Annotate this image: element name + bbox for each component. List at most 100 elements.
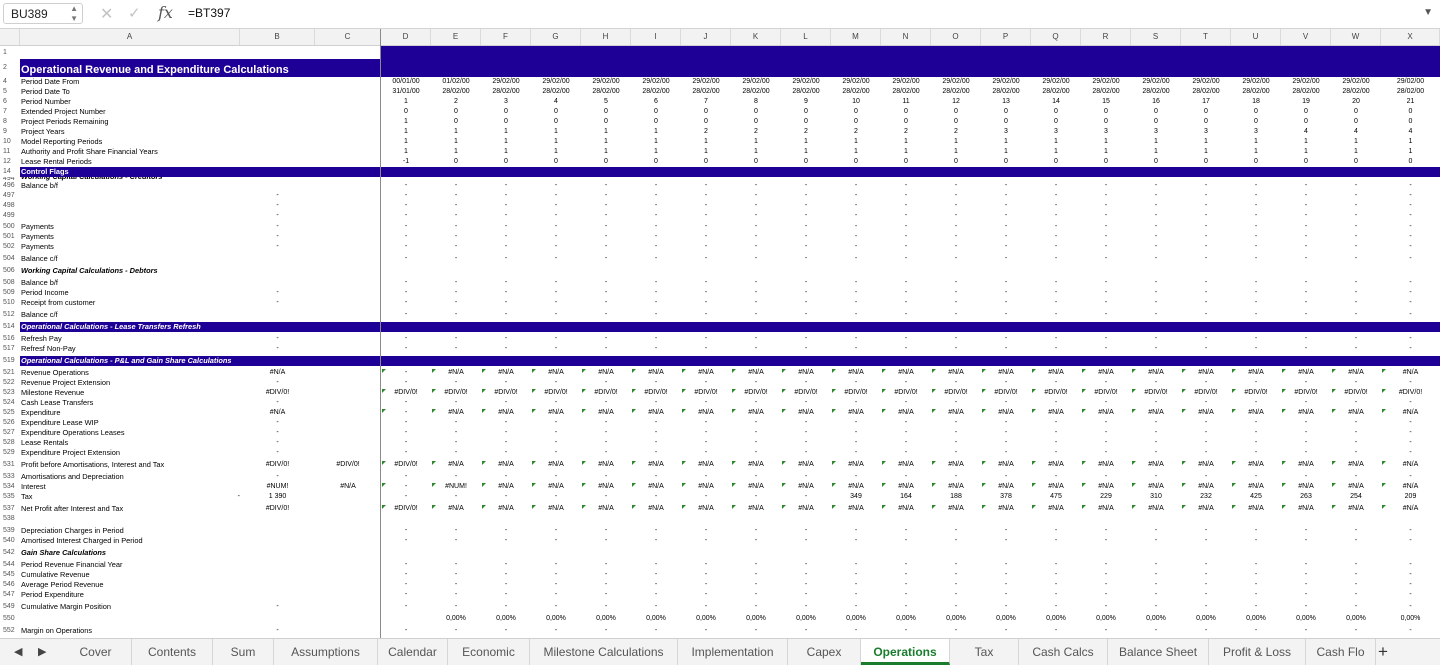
value-cell[interactable]: - — [1131, 201, 1181, 211]
value-cell[interactable]: - — [931, 201, 981, 211]
row-number[interactable]: 537 — [0, 504, 20, 514]
row-number[interactable]: 521 — [0, 368, 20, 378]
value-cell[interactable]: - — [531, 448, 581, 458]
row-number[interactable]: 6 — [0, 97, 20, 107]
value-cell[interactable]: - — [581, 448, 631, 458]
value-cell[interactable]: #N/A — [1181, 368, 1231, 378]
value-cell[interactable]: - — [631, 222, 681, 232]
value-cell[interactable]: - — [531, 222, 581, 232]
value-cell[interactable]: - — [581, 602, 631, 612]
value-cell[interactable]: 1 — [531, 137, 581, 147]
value-cell[interactable]: - — [431, 298, 481, 308]
value-cell[interactable]: - — [1281, 298, 1331, 308]
row-number[interactable]: 533 — [0, 472, 20, 482]
value-cell[interactable]: 0 — [1331, 107, 1381, 117]
value-cell[interactable]: - — [831, 344, 881, 354]
value-cell[interactable]: - — [731, 201, 781, 211]
value-cell[interactable]: 1 — [1131, 137, 1181, 147]
value-cell[interactable]: 28/02/00 — [981, 87, 1031, 97]
value-cell[interactable]: - — [481, 232, 531, 242]
value-cell[interactable]: - — [681, 334, 731, 344]
value-cell[interactable]: 4 — [531, 97, 581, 107]
value-cell[interactable]: - — [1031, 310, 1081, 320]
value-cell[interactable]: - — [1181, 310, 1231, 320]
value-cell[interactable]: 0 — [831, 107, 881, 117]
value-cell[interactable]: #N/A — [1231, 504, 1281, 514]
value-cell[interactable]: - — [781, 181, 831, 191]
value-cell[interactable]: - — [1331, 298, 1381, 308]
value-cell[interactable]: - — [731, 254, 781, 264]
value-cell[interactable]: 28/02/00 — [831, 87, 881, 97]
value-cell[interactable]: - — [881, 378, 931, 388]
value-cell[interactable]: 1 — [381, 137, 431, 147]
value-cell[interactable]: 0 — [631, 117, 681, 127]
value-cell[interactable]: - — [631, 448, 681, 458]
value-cell[interactable]: #N/A — [1381, 408, 1440, 418]
value-cell[interactable]: 0,00% — [1231, 614, 1281, 624]
value-cell[interactable]: - — [531, 211, 581, 221]
value-cell[interactable]: - — [1031, 590, 1081, 600]
value-cell[interactable]: - — [681, 278, 731, 288]
value-cell[interactable]: #N/A — [1031, 368, 1081, 378]
value-cell[interactable]: - — [631, 492, 681, 502]
value-cell[interactable]: #N/A — [931, 482, 981, 492]
value-cell[interactable]: - — [1381, 626, 1440, 636]
value-cell[interactable]: - — [631, 242, 681, 252]
value-cell[interactable]: #N/A — [1331, 460, 1381, 470]
value-cell[interactable]: - — [1231, 344, 1281, 354]
value-cell[interactable]: - — [1231, 254, 1281, 264]
value-cell[interactable]: 5 — [581, 97, 631, 107]
value-cell[interactable]: 0,00% — [1031, 614, 1081, 624]
value-cell[interactable]: 29/02/00 — [831, 77, 881, 87]
value-cell[interactable]: - — [1081, 344, 1131, 354]
value-cell[interactable]: - — [1331, 232, 1381, 242]
value-cell[interactable]: 0,00% — [1281, 614, 1331, 624]
value-cell[interactable]: 28/02/00 — [781, 87, 831, 97]
row-number[interactable]: 498 — [0, 201, 20, 211]
value-cell[interactable]: - — [1181, 526, 1231, 536]
value-cell[interactable]: - — [1181, 278, 1231, 288]
value-cell[interactable]: - — [481, 492, 531, 502]
value-cell[interactable]: - — [1031, 602, 1081, 612]
value-cell[interactable]: 0 — [831, 117, 881, 127]
value-cell[interactable]: #N/A — [1031, 482, 1081, 492]
value-cell[interactable]: 1 — [981, 137, 1031, 147]
value-cell[interactable]: - — [1331, 211, 1381, 221]
value-cell[interactable]: - — [581, 580, 631, 590]
value-cell[interactable]: #N/A — [1081, 460, 1131, 470]
value-cell[interactable]: #N/A — [531, 482, 581, 492]
value-cell[interactable]: - — [831, 232, 881, 242]
value-cell[interactable]: - — [731, 334, 781, 344]
value-cell[interactable]: - — [381, 191, 431, 201]
value-cell[interactable]: - — [731, 278, 781, 288]
value-cell[interactable]: 28/02/00 — [1281, 87, 1331, 97]
value-cell[interactable]: - — [781, 254, 831, 264]
value-cell[interactable]: - — [731, 211, 781, 221]
column-header-c[interactable]: C — [315, 29, 381, 45]
value-cell[interactable]: - — [1081, 448, 1131, 458]
value-cell[interactable]: - — [1081, 590, 1131, 600]
value-cell[interactable]: 29/02/00 — [1181, 77, 1231, 87]
row-number[interactable]: 525 — [0, 408, 20, 418]
value-cell[interactable]: - — [431, 254, 481, 264]
column-header-u[interactable]: U — [1231, 29, 1281, 45]
value-cell[interactable]: - — [1331, 570, 1381, 580]
value-cell[interactable]: - — [631, 278, 681, 288]
value-cell[interactable]: 0 — [531, 107, 581, 117]
value-cell[interactable]: - — [931, 570, 981, 580]
value-cell[interactable]: - — [1181, 590, 1231, 600]
value-cell[interactable]: #N/A — [581, 408, 631, 418]
value-cell[interactable]: - — [681, 191, 731, 201]
value-cell[interactable]: - — [1281, 181, 1331, 191]
value-cell[interactable]: - — [431, 590, 481, 600]
value-cell[interactable]: - — [431, 438, 481, 448]
value-cell[interactable]: - — [381, 398, 431, 408]
value-cell[interactable]: 1 — [381, 147, 431, 157]
value-cell[interactable]: - — [240, 344, 315, 354]
value-cell[interactable]: 1 — [1131, 147, 1181, 157]
value-cell[interactable]: 2 — [781, 127, 831, 137]
value-cell[interactable]: 0 — [531, 117, 581, 127]
row-number[interactable]: 545 — [0, 570, 20, 580]
value-cell[interactable]: #NUM! — [431, 482, 481, 492]
value-cell[interactable]: #DIV/0! — [681, 388, 731, 398]
